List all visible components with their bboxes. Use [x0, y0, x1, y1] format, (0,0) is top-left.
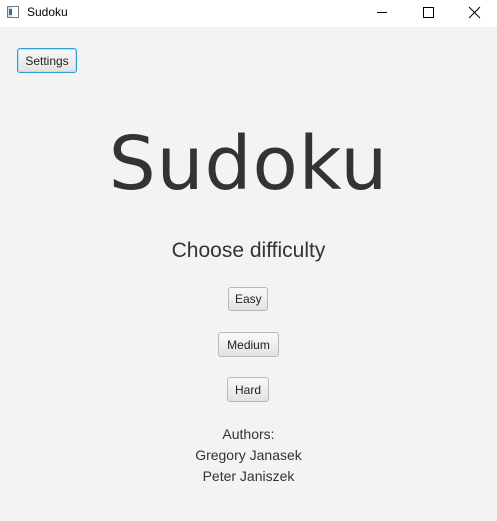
app-window: Sudoku Settings Sudoku Choose difficulty…: [0, 0, 497, 521]
difficulty-prompt: Choose difficulty: [171, 239, 326, 262]
easy-button[interactable]: Easy: [228, 287, 268, 311]
app-icon: [7, 6, 19, 18]
title-bar[interactable]: Sudoku: [0, 0, 497, 27]
authors-block: Authors: Gregory Janasek Peter Janiszek: [0, 424, 497, 487]
maximize-button[interactable]: [405, 0, 451, 27]
authors-heading: Authors:: [222, 426, 275, 442]
close-button[interactable]: [451, 0, 497, 27]
hard-button[interactable]: Hard: [227, 377, 269, 402]
author-name: Gregory Janasek: [195, 447, 302, 463]
settings-button[interactable]: Settings: [17, 48, 77, 73]
medium-button[interactable]: Medium: [218, 332, 279, 357]
minimize-icon: [377, 12, 387, 13]
minimize-button[interactable]: [359, 0, 405, 27]
page-title: Sudoku: [108, 121, 389, 207]
window-title: Sudoku: [27, 5, 68, 19]
author-name: Peter Janiszek: [202, 468, 295, 484]
close-icon: [468, 6, 481, 19]
maximize-icon: [423, 7, 434, 18]
